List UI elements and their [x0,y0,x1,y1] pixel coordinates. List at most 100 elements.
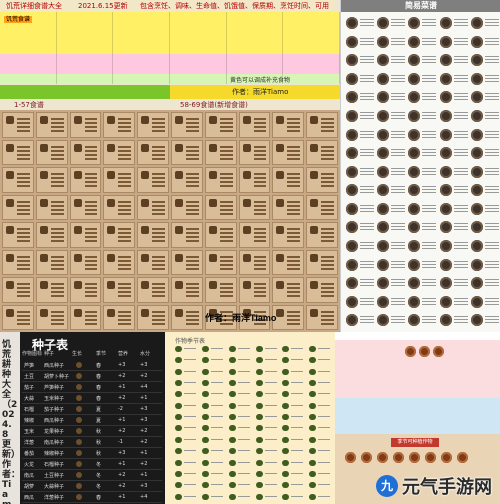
right-note: 黄色可以调成补充食物 [230,77,291,84]
dish-item [470,35,499,52]
seed-row: 芦笋 西瓜种子 春 +3 +3 [22,360,162,371]
dish-item [345,16,374,33]
recipe-card [272,249,305,275]
crop-icon [307,423,333,433]
crop-icon [280,378,306,388]
recipe-card [204,167,237,193]
crop-icon [280,423,306,433]
dish-icon [408,147,421,160]
dish-item [470,220,499,237]
crop-icon [227,412,253,422]
dish-icon [408,72,421,85]
food-icon [433,346,444,357]
dish-icon [470,221,483,234]
dish-icon [470,147,483,160]
dish-item [345,72,374,89]
recipe-card [137,167,169,193]
dish-icon [408,54,421,67]
crop-icon [173,435,199,445]
seed-row: 南瓜 土豆种子 冬 +2 +1 [22,470,162,481]
seed-icon [76,384,82,390]
recipe-card [204,194,237,220]
recipe-card [170,222,203,248]
seed-row: 石榴 茄子种子 夏 -2 +3 [22,404,162,415]
dish-icon [408,184,421,197]
dish-item [439,128,468,145]
dish-icon [346,72,358,85]
crop-icon [227,367,253,377]
seed-icon [76,373,82,379]
food-icon [393,452,404,463]
recipe-card [69,112,102,138]
dish-item [345,295,374,312]
recipe-card [35,222,68,248]
recipe-card [204,222,237,248]
seed-cell: +3 [118,450,126,456]
recipe-card [238,139,271,165]
simple-menu-grid [345,16,499,330]
recipe-card [238,222,271,248]
recipe-card [2,139,34,165]
recipe-card [137,249,169,275]
seed-cell: 夏 [96,418,102,424]
recipe-card [137,304,169,330]
crop-icon [173,401,199,411]
dish-icon [377,184,390,197]
dish-item [345,313,374,330]
seed-cell: 冬 [96,484,102,490]
season-badge: 季节可种植作物 [391,438,439,447]
seed-cell: 西瓜种子 [44,363,65,369]
seed-cell: +2 [118,395,126,401]
seed-cell: 南瓜种子 [44,440,65,446]
recipe-card [103,139,136,165]
dish-item [376,295,406,312]
seed-icon [76,417,82,423]
seed-cell: 西瓜 [24,495,35,501]
dish-icon [470,184,483,197]
recipe-card [103,277,136,303]
recipe-card [137,277,169,303]
food-icon [345,452,356,463]
dish-item [407,146,437,163]
recipe-card [272,277,305,303]
dish-icon [408,295,421,308]
recipe-card [306,112,338,138]
dish-item [345,239,374,256]
dish-item [470,202,499,219]
dish-item [407,258,437,275]
seed-cell: +3 [140,362,148,368]
seed-cell: +1 [140,472,148,478]
seed-cell: 胡萝 [24,484,35,490]
dish-item [376,220,406,237]
seed-icon [76,494,82,500]
recipe-card [170,304,203,330]
dish-icon [470,91,483,104]
dish-icon [470,128,483,141]
crop-icon [254,355,280,365]
site-logo[interactable]: 九 元气手游网 [376,474,492,498]
crop-icon [200,480,226,490]
dish-icon [377,128,390,141]
recipe-card [170,194,203,220]
recipe-card [69,249,102,275]
dish-icon [346,202,358,215]
seed-table-rows: 芦笋 西瓜种子春 +3 +3 土豆 胡萝卜种子春 +2 +2 茄子 芦笋种子春 +1 +4 大蒜 玉米种子… [22,360,162,504]
dish-item [345,128,374,145]
crop-icon [200,389,226,399]
dish-icon [439,277,452,290]
seed-cell: 龙果种子 [44,429,65,435]
dish-item [345,258,374,275]
food-icon [361,452,372,463]
dish-item [439,165,468,182]
recipe-card [272,112,305,138]
header-version: 2021.6.15更新 [78,2,128,10]
seed-cell: +2 [118,483,126,489]
dish-item [407,109,437,126]
seed-cell: +2 [140,439,148,445]
dish-item [345,165,374,182]
dish-icon [470,202,483,215]
logo-icon: 九 [376,475,398,497]
dish-icon [470,17,483,29]
recipe-grid-panel [0,110,340,332]
crop-icon [173,480,199,490]
